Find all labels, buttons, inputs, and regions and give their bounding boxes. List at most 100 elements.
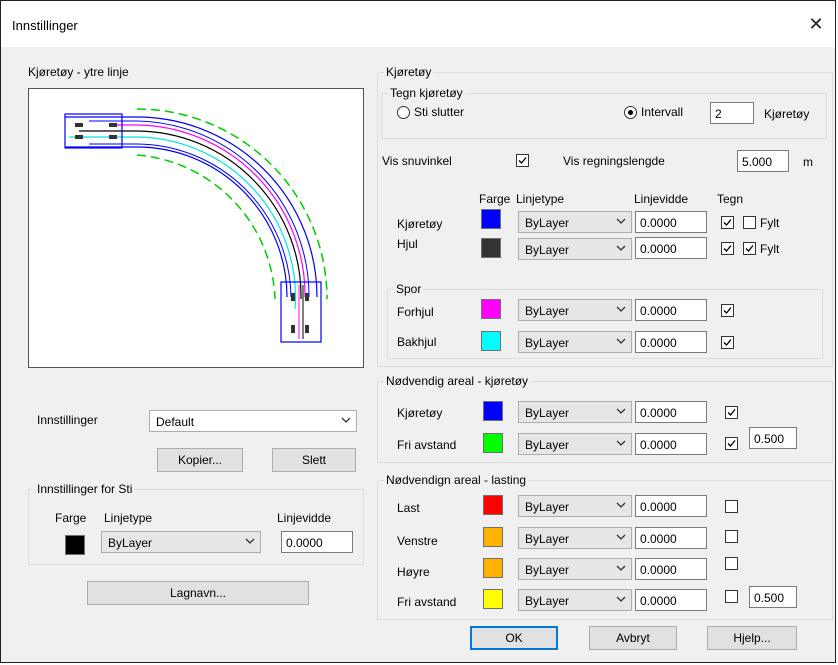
interval-input[interactable]: 2 <box>710 102 754 124</box>
rear-wheel-linewidth-value: 0.0000 <box>640 336 677 350</box>
load-clearance-extra-value: 0.500 <box>754 591 785 605</box>
wheel-color-swatch[interactable] <box>481 238 501 258</box>
path-end-radio[interactable] <box>397 106 410 119</box>
chevron-down-icon <box>616 596 626 602</box>
area-vehicle-linewidth-value: 0.0000 <box>640 406 677 420</box>
calc-length-value: 5.000 <box>742 155 773 169</box>
left-draw-checkbox[interactable] <box>725 530 738 543</box>
area-clearance-extra-value: 0.500 <box>754 432 785 446</box>
load-clearance-linewidth-input[interactable]: 0.0000 <box>635 589 707 611</box>
area-vehicle-draw-checkbox[interactable] <box>725 406 738 419</box>
chevron-down-icon <box>245 538 255 544</box>
help-button[interactable]: Hjelp... <box>707 626 797 650</box>
title-bar[interactable]: Innstillinger ✕ <box>1 1 835 47</box>
vehicle-filled-label: Fylt <box>760 216 780 230</box>
front-wheel-linewidth-input[interactable]: 0.0000 <box>635 299 707 321</box>
chevron-down-icon <box>616 565 626 571</box>
layer-name-button[interactable]: Lagnavn... <box>87 581 309 605</box>
wheel-linewidth-value: 0.0000 <box>640 242 677 256</box>
load-clearance-label: Fri avstand <box>397 595 457 609</box>
vehicle-linewidth-value: 0.0000 <box>640 216 677 230</box>
wheel-linewidth-input[interactable]: 0.0000 <box>635 237 707 259</box>
vehicle-draw-checkbox[interactable] <box>721 216 734 229</box>
vehicle-linetype-dropdown[interactable]: ByLayer <box>518 211 632 233</box>
path-linetype-header: Linjetype <box>104 511 153 525</box>
rear-wheel-linetype-dropdown[interactable]: ByLayer <box>518 331 632 353</box>
chevron-down-icon <box>616 218 626 224</box>
right-draw-checkbox[interactable] <box>725 557 738 570</box>
vehicle-filled-checkbox[interactable] <box>743 216 756 229</box>
path-end-label: Sti slutter <box>414 105 465 119</box>
interval-unit: Kjøretøy <box>764 107 810 121</box>
load-color-swatch[interactable] <box>483 495 503 515</box>
left-linetype-dropdown[interactable]: ByLayer <box>518 527 632 549</box>
delete-button[interactable]: Slett <box>272 448 356 472</box>
area-clearance-extra-input[interactable]: 0.500 <box>749 427 797 449</box>
right-label: Høyre <box>397 565 430 579</box>
cancel-button[interactable]: Avbryt <box>589 626 677 650</box>
front-wheel-linetype-dropdown[interactable]: ByLayer <box>518 299 632 321</box>
left-color-swatch[interactable] <box>483 527 503 547</box>
path-settings-caption: Innstillinger for Sti <box>35 482 135 496</box>
calc-length-unit: m <box>803 155 813 169</box>
area-clearance-linetype-value: ByLayer <box>525 438 570 452</box>
load-clearance-linetype-dropdown[interactable]: ByLayer <box>518 589 632 611</box>
front-wheel-color-swatch[interactable] <box>481 299 501 319</box>
required-area-vehicle-caption: Nødvendig areal - kjøretøy <box>384 374 531 388</box>
load-linewidth-input[interactable]: 0.0000 <box>635 495 707 517</box>
chevron-down-icon <box>616 534 626 540</box>
settings-dropdown[interactable]: Default <box>149 410 357 432</box>
path-linetype-dropdown[interactable]: ByLayer <box>101 531 261 553</box>
right-linewidth-input[interactable]: 0.0000 <box>635 558 707 580</box>
path-linewidth-input[interactable]: 0.0000 <box>281 531 353 553</box>
area-clearance-draw-checkbox[interactable] <box>725 437 738 450</box>
front-wheel-draw-checkbox[interactable] <box>721 304 734 317</box>
load-clearance-extra-input[interactable]: 0.500 <box>749 586 797 608</box>
right-color-swatch[interactable] <box>483 558 503 578</box>
load-clearance-color-swatch[interactable] <box>483 589 503 609</box>
area-vehicle-color-swatch[interactable] <box>483 401 503 421</box>
settings-dialog: Innstillinger ✕ Kjøretøy - ytre linje In… <box>0 0 836 663</box>
check-icon <box>727 440 736 447</box>
copy-button[interactable]: Kopier... <box>157 448 243 472</box>
vehicle-preview <box>28 88 364 368</box>
wheel-filled-checkbox[interactable] <box>743 242 756 255</box>
front-wheel-linetype-value: ByLayer <box>525 304 570 318</box>
left-label: Venstre <box>397 534 438 548</box>
ok-button[interactable]: OK <box>470 626 558 650</box>
load-clearance-linetype-value: ByLayer <box>525 594 570 608</box>
right-linetype-dropdown[interactable]: ByLayer <box>518 558 632 580</box>
rear-wheel-color-swatch[interactable] <box>481 331 501 351</box>
path-color-header: Farge <box>55 511 87 525</box>
check-icon <box>723 219 732 226</box>
front-wheel-linewidth-value: 0.0000 <box>640 304 677 318</box>
chevron-down-icon <box>341 417 351 423</box>
area-vehicle-linetype-dropdown[interactable]: ByLayer <box>518 401 632 423</box>
interval-radio[interactable] <box>624 106 637 119</box>
area-clearance-linewidth-input[interactable]: 0.0000 <box>635 433 707 455</box>
vehicle-color-swatch[interactable] <box>481 209 501 229</box>
check-icon <box>723 307 732 314</box>
path-color-swatch[interactable] <box>65 535 85 555</box>
close-icon[interactable]: ✕ <box>803 12 829 36</box>
show-turn-angle-checkbox[interactable] <box>516 154 529 167</box>
load-linetype-value: ByLayer <box>525 500 570 514</box>
path-linewidth-header: Linjevidde <box>277 511 332 525</box>
wheel-draw-checkbox[interactable] <box>721 242 734 255</box>
calc-length-input[interactable]: 5.000 <box>737 150 789 172</box>
load-draw-checkbox[interactable] <box>725 500 738 513</box>
wheel-linetype-dropdown[interactable]: ByLayer <box>518 238 632 260</box>
check-icon <box>727 409 736 416</box>
load-linetype-dropdown[interactable]: ByLayer <box>518 495 632 517</box>
rear-wheel-draw-checkbox[interactable] <box>721 336 734 349</box>
chevron-down-icon <box>616 440 626 446</box>
vehicle-linewidth-input[interactable]: 0.0000 <box>635 211 707 233</box>
area-vehicle-linewidth-input[interactable]: 0.0000 <box>635 401 707 423</box>
left-linewidth-value: 0.0000 <box>640 532 677 546</box>
left-linewidth-input[interactable]: 0.0000 <box>635 527 707 549</box>
load-clearance-draw-checkbox[interactable] <box>725 590 738 603</box>
rear-wheel-linewidth-input[interactable]: 0.0000 <box>635 331 707 353</box>
area-clearance-linetype-dropdown[interactable]: ByLayer <box>518 433 632 455</box>
area-clearance-color-swatch[interactable] <box>483 433 503 453</box>
load-label: Last <box>397 501 420 515</box>
